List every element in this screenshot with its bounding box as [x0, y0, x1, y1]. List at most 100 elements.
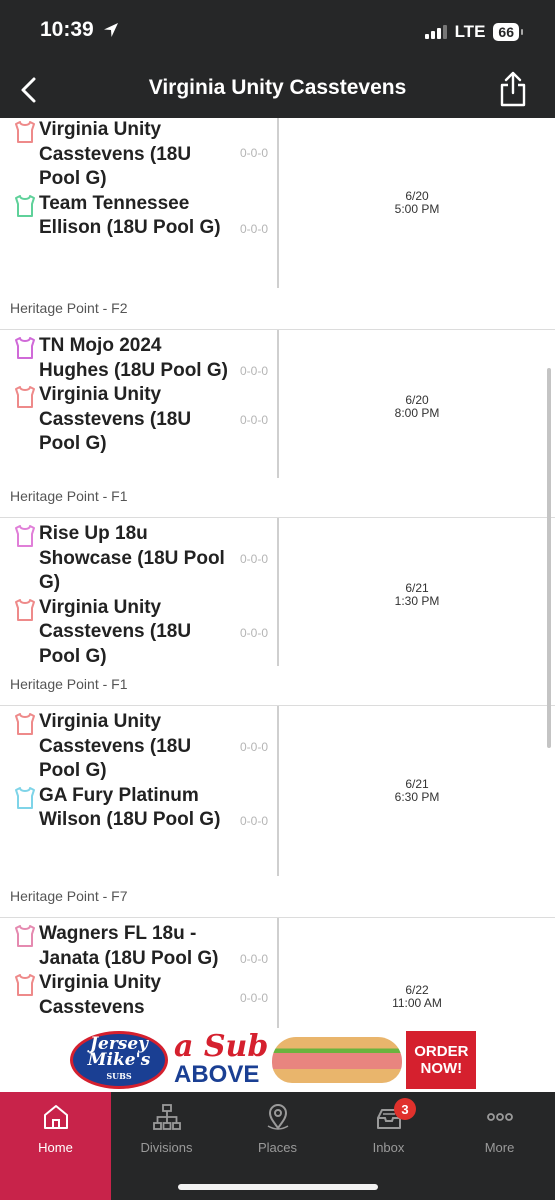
page-title: Virginia Unity Casstevens — [148, 76, 407, 99]
share-icon[interactable] — [497, 70, 529, 108]
tab-label: More — [484, 1140, 515, 1155]
ad-brand-line2: Mike's — [87, 1050, 151, 1070]
game-time: 11:00 AM — [392, 996, 442, 1010]
team-jersey-icon — [15, 974, 35, 996]
divisions-icon — [152, 1104, 181, 1130]
scrollbar[interactable] — [547, 368, 551, 748]
venue-label: Heritage Point - F7 — [10, 888, 128, 904]
team-jersey-icon — [15, 598, 35, 621]
team-row[interactable]: Wagners FL 18u - Janata (18U Pool G) 0-0… — [0, 922, 278, 971]
ad-brand-sub: SUBS — [106, 1071, 132, 1081]
more-icon — [486, 1113, 513, 1121]
team-row[interactable]: Virginia Unity Casstevens (18U Pool G) 0… — [0, 710, 278, 784]
ad-slogan-line1: a Sub — [174, 1029, 269, 1064]
team-record: 0-0-0 — [239, 552, 268, 566]
game-time: 6:30 PM — [394, 790, 440, 804]
tab-places[interactable]: Places — [222, 1092, 333, 1172]
clock-text: 10:39 — [40, 18, 94, 41]
map-pin-icon — [267, 1104, 288, 1130]
tab-label: Divisions — [140, 1140, 193, 1155]
team-name: Team Tennessee Ellison (18U Pool G) — [39, 192, 221, 239]
team-record: 0-0-0 — [239, 146, 268, 160]
team-jersey-icon — [15, 121, 35, 143]
team-jersey-icon — [15, 525, 35, 547]
team-name: TN Mojo 2024 Hughes (18U Pool G) — [39, 335, 228, 381]
team-record: 0-0-0 — [239, 364, 268, 378]
game-time: 8:00 PM — [394, 406, 440, 420]
game-card[interactable]: TN Mojo 2024 Hughes (18U Pool G) 0-0-0 V… — [0, 330, 555, 518]
tab-label: Places — [257, 1140, 298, 1155]
tab-divisions[interactable]: Divisions — [111, 1092, 222, 1172]
team-name: Rise Up 18u Showcase (18U Pool G) — [39, 523, 225, 593]
tab-home[interactable]: Home — [0, 1092, 111, 1200]
network-label: LTE — [454, 22, 486, 41]
status-time: 10:39 — [40, 18, 120, 42]
team-name: Virginia Unity Casstevens — [39, 972, 162, 1018]
ad-slogan-line2: ABOVE — [174, 1061, 260, 1088]
team-record: 0-0-0 — [239, 221, 268, 236]
team-name: Wagners FL 18u - Janata (18U Pool G) — [39, 923, 219, 969]
game-list[interactable]: Virginia Unity Casstevens (18U Pool G) 0… — [0, 118, 555, 1028]
team-record: 0-0-0 — [239, 991, 268, 1005]
team-row[interactable]: GA Fury Platinum Wilson (18U Pool G) 0-0… — [0, 784, 278, 833]
team-name: Virginia Unity Casstevens (18U Pool G) — [39, 384, 192, 454]
team-record: 0-0-0 — [239, 740, 268, 754]
team-jersey-icon — [15, 194, 35, 217]
team-name: Virginia Unity Casstevens (18U Pool G) — [39, 596, 192, 667]
game-datetime: 6/22 11:00 AM — [279, 984, 555, 1010]
game-card[interactable]: Virginia Unity Casstevens (18U Pool G) 0… — [0, 118, 555, 330]
ad-order-line1: ORDER — [414, 1043, 469, 1060]
team-row[interactable]: TN Mojo 2024 Hughes (18U Pool G) 0-0-0 — [0, 334, 278, 383]
tab-label: Home — [38, 1140, 73, 1155]
ad-content[interactable]: Jersey Mike's SUBS a Sub ABOVE ORDER NOW… — [70, 1030, 485, 1090]
ad-slogan: a Sub ABOVE — [174, 1032, 268, 1088]
team-jersey-icon — [15, 925, 35, 947]
status-bar: 10:39 LTE 66 — [0, 0, 555, 62]
team-row[interactable]: Rise Up 18u Showcase (18U Pool G) 0-0-0 — [0, 522, 278, 596]
team-row[interactable]: Virginia Unity Casstevens 0-0-0 — [0, 971, 278, 1020]
game-card[interactable]: Rise Up 18u Showcase (18U Pool G) 0-0-0 … — [0, 518, 555, 706]
game-time: 1:30 PM — [394, 594, 440, 608]
team-jersey-icon — [15, 713, 35, 735]
home-indicator[interactable] — [178, 1184, 378, 1190]
ad-banner[interactable]: Jersey Mike's SUBS a Sub ABOVE ORDER NOW… — [0, 1028, 555, 1092]
team-row[interactable]: Virginia Unity Casstevens (18U Pool G) 0… — [0, 383, 278, 457]
location-arrow-icon — [103, 23, 118, 37]
team-row[interactable]: Virginia Unity Casstevens (18U Pool G) 0… — [0, 118, 278, 192]
ad-order-line2: NOW! — [420, 1060, 463, 1077]
home-icon — [43, 1105, 68, 1129]
game-datetime: 6/20 8:00 PM — [279, 394, 555, 420]
team-name: Virginia Unity Casstevens (18U Pool G) — [39, 711, 192, 781]
tab-label: Inbox — [372, 1140, 405, 1155]
team-row[interactable]: Virginia Unity Casstevens (18U Pool G) 0… — [0, 596, 278, 670]
team-record: 0-0-0 — [239, 813, 268, 828]
team-name: Virginia Unity Casstevens (18U Pool G) — [39, 119, 192, 189]
venue-label: Heritage Point - F1 — [10, 488, 128, 504]
team-jersey-icon — [15, 337, 35, 359]
venue-label: Heritage Point - F1 — [10, 676, 128, 692]
signal-icon — [424, 25, 447, 39]
status-indicators: LTE 66 — [424, 22, 523, 42]
game-card[interactable]: Wagners FL 18u - Janata (18U Pool G) 0-0… — [0, 918, 555, 1028]
game-datetime: 6/21 1:30 PM — [279, 582, 555, 608]
battery-icon: 66 — [493, 23, 523, 41]
team-name: GA Fury Platinum Wilson (18U Pool G) — [39, 784, 221, 831]
venue-label: Heritage Point - F2 — [10, 300, 128, 316]
ad-brand-logo: Jersey Mike's SUBS — [70, 1031, 168, 1089]
tab-inbox[interactable]: Inbox 3 — [333, 1092, 444, 1172]
team-record: 0-0-0 — [239, 952, 268, 966]
divider — [277, 918, 279, 1028]
game-datetime: 6/20 5:00 PM — [279, 190, 555, 216]
team-record: 0-0-0 — [239, 625, 268, 640]
game-time: 5:00 PM — [394, 202, 440, 216]
game-datetime: 6/21 6:30 PM — [279, 778, 555, 804]
inbox-badge: 3 — [394, 1098, 416, 1120]
nav-bar: Virginia Unity Casstevens — [0, 62, 555, 118]
game-card[interactable]: Virginia Unity Casstevens (18U Pool G) 0… — [0, 706, 555, 918]
team-jersey-icon — [15, 786, 35, 809]
team-record: 0-0-0 — [239, 413, 268, 427]
team-row[interactable]: Team Tennessee Ellison (18U Pool G) 0-0-… — [0, 192, 278, 241]
order-now-button[interactable]: ORDER NOW! — [406, 1031, 477, 1089]
tab-more[interactable]: More — [444, 1092, 555, 1172]
team-jersey-icon — [15, 386, 35, 408]
